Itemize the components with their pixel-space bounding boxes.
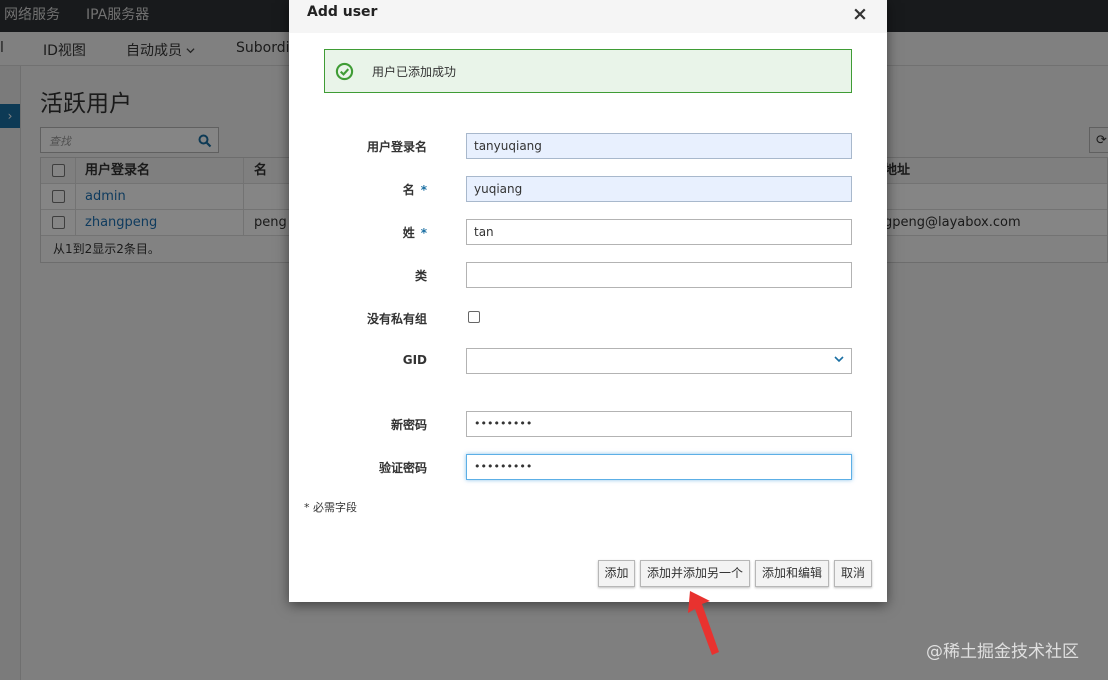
annotation-arrow-icon bbox=[688, 591, 719, 655]
watermark-text: @稀土掘金技术社区 bbox=[926, 642, 1079, 662]
